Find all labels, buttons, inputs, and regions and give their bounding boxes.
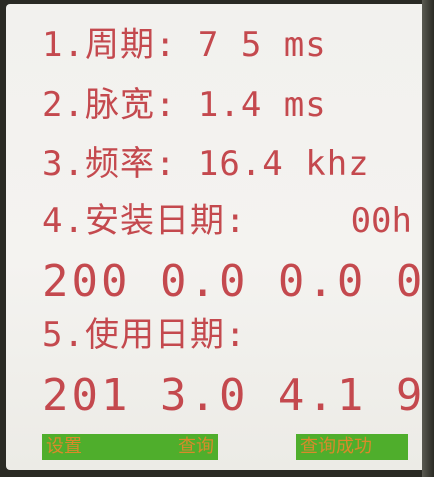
period-line: 1.周期: 7 5 ms [42, 25, 327, 65]
pulse-width-line: 2.脉宽: 1.4 ms [42, 85, 327, 125]
device-bezel [422, 0, 434, 477]
frequency-line: 3.频率: 16.4 khz [42, 144, 370, 184]
use-date-value: 201 3.0 4.1 9 [42, 370, 426, 421]
query-button[interactable]: 查询 [178, 434, 214, 460]
settings-query-bar: 设置 查询 [42, 434, 218, 460]
query-status-badge: 查询成功 [296, 434, 408, 460]
use-date-label: 5.使用日期: [42, 315, 247, 355]
lcd-screen: 1.周期: 7 5 ms 2.脉宽: 1.4 ms 3.频率: 16.4 khz… [6, 4, 430, 470]
install-date-suffix: 00h [350, 201, 412, 241]
install-date-value: 200 0.0 0.0 0 [42, 256, 426, 307]
settings-button[interactable]: 设置 [46, 434, 82, 460]
install-date-label: 4.安装日期: [42, 201, 247, 241]
